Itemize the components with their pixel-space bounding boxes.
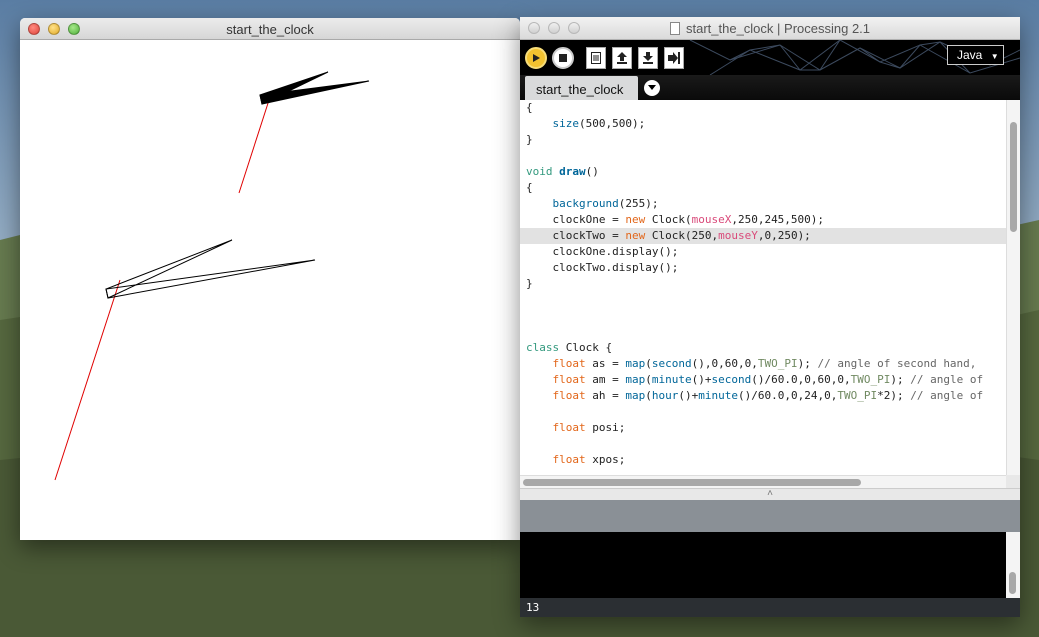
clock-two-minute-hand — [105, 239, 233, 299]
code-line: float ah = map(hour()+minute()/60.0,0,24… — [552, 389, 984, 402]
code-line: float posi; — [552, 421, 626, 434]
sketch-window-title: start_the_clock — [226, 22, 314, 37]
code-line: float xpos; — [552, 453, 626, 466]
tab-start-the-clock[interactable]: start_the_clock — [525, 76, 638, 100]
clock-two-hour-hand — [105, 259, 316, 299]
code-line: clockOne.display(); — [526, 245, 679, 258]
arrow-up-icon — [617, 52, 627, 64]
sketch-canvas[interactable] — [20, 40, 520, 540]
sketch-titlebar[interactable]: start_the_clock — [20, 18, 520, 40]
mode-select-label: Java — [957, 48, 983, 62]
status-bar: 13 — [520, 598, 1020, 617]
line-number: 13 — [526, 601, 540, 614]
ide-window-title: start_the_clock | Processing 2.1 — [685, 21, 871, 36]
clock-two-second-hand — [54, 279, 121, 481]
tab-menu-button[interactable] — [644, 80, 660, 96]
stop-icon — [559, 54, 567, 62]
code-line: clockTwo.display(); — [526, 261, 679, 274]
new-document-icon — [591, 52, 601, 64]
stop-button[interactable] — [552, 47, 574, 69]
ide-toolbar: Java ▼ — [520, 40, 1020, 75]
new-button[interactable] — [586, 47, 606, 69]
arrow-down-icon — [643, 52, 653, 64]
code-line: background(255); — [552, 197, 659, 210]
code-line: { — [526, 101, 533, 114]
code-line: float am = map(minute()+second()/60.0,0,… — [552, 373, 984, 386]
mode-select[interactable]: Java ▼ — [947, 45, 1004, 65]
code-line: float as = map(second(),0,60,0,TWO_PI); … — [552, 357, 977, 370]
play-icon — [533, 54, 540, 62]
editor-horizontal-scrollbar[interactable] — [520, 475, 1006, 488]
console-output[interactable] — [520, 532, 1006, 598]
tab-row: start_the_clock — [520, 75, 1020, 100]
code-line: { — [526, 181, 533, 194]
console-splitter[interactable]: ˄ — [520, 488, 1020, 500]
code-line: clockTwo = new Clock(250,mouseY,0,250); — [526, 229, 811, 242]
code-line: } — [526, 277, 533, 290]
export-button[interactable] — [664, 47, 684, 69]
arrow-right-icon — [668, 52, 680, 64]
clock-one-second-hand — [238, 96, 271, 194]
chevron-down-icon — [648, 85, 656, 90]
console-scrollbar[interactable] — [1006, 532, 1020, 598]
scroll-thumb[interactable] — [523, 479, 861, 486]
open-button[interactable] — [612, 47, 632, 69]
clock-one-hour-hand — [259, 80, 370, 105]
run-button[interactable] — [525, 47, 547, 69]
sketch-window[interactable]: start_the_clock — [20, 18, 520, 540]
code-line: } — [526, 133, 533, 146]
editor-vertical-scrollbar[interactable] — [1006, 100, 1020, 475]
tab-label: start_the_clock — [536, 82, 624, 97]
save-button[interactable] — [638, 47, 658, 69]
code-line: void draw() — [526, 165, 599, 178]
scroll-thumb[interactable] — [1010, 122, 1017, 232]
document-icon — [669, 22, 680, 35]
code-editor[interactable]: { size(500,500); } void draw() { backgro… — [520, 100, 1006, 475]
message-area — [520, 500, 1020, 532]
ide-titlebar[interactable]: start_the_clock | Processing 2.1 — [520, 17, 1020, 40]
scroll-thumb[interactable] — [1009, 572, 1016, 594]
caret-up-icon: ˄ — [767, 488, 773, 499]
code-line: clockOne = new Clock(mouseX,250,245,500)… — [526, 213, 825, 226]
code-line: class Clock { — [526, 341, 613, 354]
code-line: size(500,500); — [552, 117, 646, 130]
caret-down-icon: ▼ — [990, 52, 999, 61]
processing-ide-window[interactable]: start_the_clock | Processing 2.1 Java ▼ … — [520, 17, 1020, 617]
